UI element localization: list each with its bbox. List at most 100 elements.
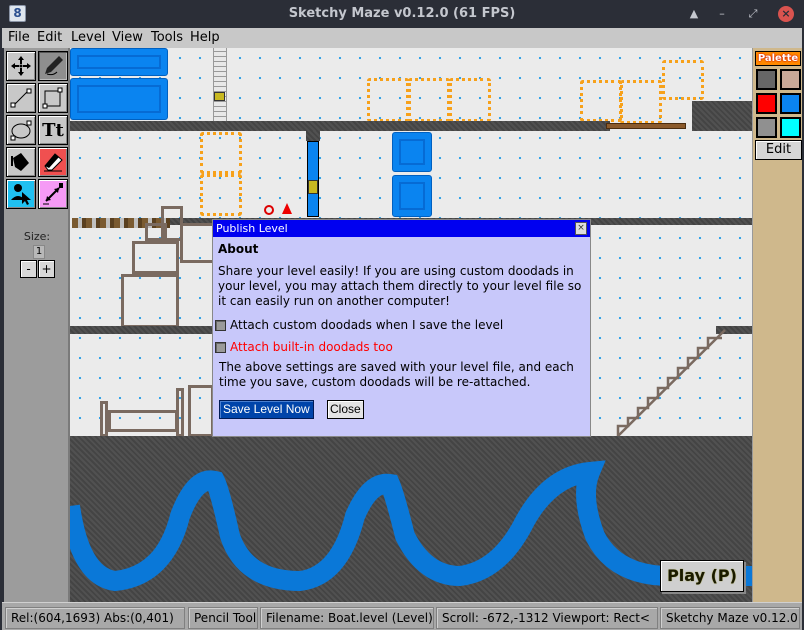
ellipse-icon <box>10 120 32 141</box>
crumbly-block[interactable] <box>449 78 491 122</box>
attach-custom-doodads-option[interactable]: Attach custom doodads when I save the le… <box>215 318 503 332</box>
bed-post <box>176 388 184 437</box>
menu-edit[interactable]: Edit <box>37 30 62 45</box>
crumbly-block[interactable] <box>200 174 242 216</box>
play-button[interactable]: Play (P) <box>660 560 744 592</box>
wall-outline <box>132 241 179 274</box>
wall-outline <box>121 274 179 328</box>
swatch-water[interactable] <box>780 93 801 114</box>
dialog-close-icon[interactable]: × <box>575 222 587 235</box>
pan-tool-button[interactable] <box>6 51 36 81</box>
menu-file[interactable]: File <box>8 30 30 45</box>
minimize-icon[interactable]: – <box>715 7 729 21</box>
palette-panel: Palette Edit <box>752 48 802 602</box>
dialog-title-bar[interactable]: Publish Level × <box>213 220 590 237</box>
attach-custom-doodads-checkbox[interactable] <box>215 319 226 331</box>
crumbly-block[interactable] <box>200 132 242 174</box>
line-tool-button[interactable] <box>6 83 36 113</box>
lock-icon <box>214 92 225 101</box>
crumbly-block[interactable] <box>620 80 662 124</box>
crumbly-block[interactable] <box>367 78 409 122</box>
ground-platform <box>70 326 215 334</box>
crumbly-block[interactable] <box>580 80 622 122</box>
move-arrows-icon <box>11 56 31 76</box>
dresser <box>188 385 214 437</box>
link-icon <box>43 183 63 205</box>
menu-help[interactable]: Help <box>190 30 220 45</box>
publish-level-dialog: Publish Level × About Share your level e… <box>212 219 591 437</box>
ground-platform <box>692 101 752 131</box>
size-value: 1 <box>33 245 45 259</box>
bed-frame <box>108 410 178 432</box>
status-filename: Filename: Boat.level (Level) <box>260 607 434 629</box>
dialog-description: Share your level easily! If you are usin… <box>218 264 582 308</box>
close-icon[interactable]: × <box>778 6 794 22</box>
shade-icon[interactable]: ▲ <box>687 7 701 21</box>
bed-post <box>100 401 108 437</box>
crumbly-block[interactable] <box>662 60 704 100</box>
text-tool-button[interactable]: Tt <box>38 115 68 145</box>
locked-door[interactable] <box>307 141 319 217</box>
status-coordinates: Rel:(604,1693) Abs:(0,401) <box>5 607 185 629</box>
ellipse-tool-button[interactable] <box>6 115 36 145</box>
rectangle-tool-button[interactable] <box>38 83 68 113</box>
status-version: Sketchy Maze v0.12.0 <box>660 607 800 629</box>
dialog-note: The above settings are saved with your l… <box>219 360 574 389</box>
maximize-icon[interactable]: ⤢ <box>746 7 760 21</box>
size-label: Size: <box>23 230 51 243</box>
wall-outline <box>180 223 215 263</box>
save-level-now-button[interactable]: Save Level Now <box>219 400 314 419</box>
status-bar: Rel:(604,1693) Abs:(0,401) Pencil Tool F… <box>2 602 802 630</box>
size-decrease-button[interactable]: - <box>20 260 37 278</box>
swatch-fire[interactable] <box>756 93 777 114</box>
size-increase-button[interactable]: + <box>38 260 55 278</box>
locked-ladder[interactable] <box>213 48 227 122</box>
status-tool: Pencil Tool <box>188 607 258 629</box>
paint-bucket-icon <box>11 153 29 171</box>
window-title: Sketchy Maze v0.12.0 (61 FPS) <box>288 6 516 21</box>
eraser-icon <box>44 153 63 172</box>
attach-builtin-doodads-label: Attach built-in doodads too <box>230 340 393 354</box>
actor-select-icon <box>11 184 31 205</box>
close-button[interactable]: Close <box>327 400 364 419</box>
blue-block[interactable] <box>70 78 168 120</box>
menu-tools[interactable]: Tools <box>151 30 183 45</box>
menu-bar: File Edit Level View Tools Help <box>2 28 802 48</box>
swatch-ground[interactable] <box>756 69 777 90</box>
staircase <box>616 329 726 437</box>
menu-view[interactable]: View <box>112 30 143 45</box>
red-key-switch[interactable] <box>264 205 274 215</box>
pencil-tool-button[interactable] <box>38 51 68 81</box>
line-icon <box>10 88 32 108</box>
blue-block[interactable] <box>70 48 168 76</box>
palette-label: Palette <box>755 51 801 66</box>
ground-platform <box>70 121 610 131</box>
wooden-plank <box>606 123 686 129</box>
lock-icon <box>308 180 318 194</box>
link-tool-button[interactable] <box>38 179 68 209</box>
tool-panel: Tt Size: 1 - + <box>4 48 70 602</box>
red-cone <box>282 203 292 214</box>
actor-tool-button[interactable] <box>6 179 36 209</box>
attach-builtin-doodads-option[interactable]: Attach built-in doodads too <box>215 340 393 354</box>
status-scroll: Scroll: -672,-1312 Viewport: Rect< <box>436 607 658 629</box>
app-window: 8 Sketchy Maze v0.12.0 (61 FPS) ▲ – ⤢ × … <box>0 0 804 630</box>
palette-edit-button[interactable]: Edit <box>755 140 802 160</box>
menu-level[interactable]: Level <box>71 30 105 45</box>
ground-platform <box>306 131 320 141</box>
dialog-heading: About <box>218 242 259 256</box>
rectangle-icon <box>42 87 63 109</box>
title-bar: 8 Sketchy Maze v0.12.0 (61 FPS) ▲ – ⤢ × <box>0 0 804 28</box>
blue-block[interactable] <box>392 132 432 172</box>
attach-builtin-doodads-checkbox[interactable] <box>215 341 226 353</box>
swatch-cyan[interactable] <box>780 117 801 138</box>
fill-tool-button[interactable] <box>6 147 36 177</box>
crumbly-block[interactable] <box>408 78 450 122</box>
swatch-stone[interactable] <box>756 117 777 138</box>
text-icon: Tt <box>42 119 64 141</box>
swatch-wall[interactable] <box>780 69 801 90</box>
dialog-title: Publish Level <box>216 222 288 235</box>
blue-block[interactable] <box>392 175 432 217</box>
eraser-tool-button[interactable] <box>38 147 68 177</box>
attach-custom-doodads-label: Attach custom doodads when I save the le… <box>230 318 504 332</box>
